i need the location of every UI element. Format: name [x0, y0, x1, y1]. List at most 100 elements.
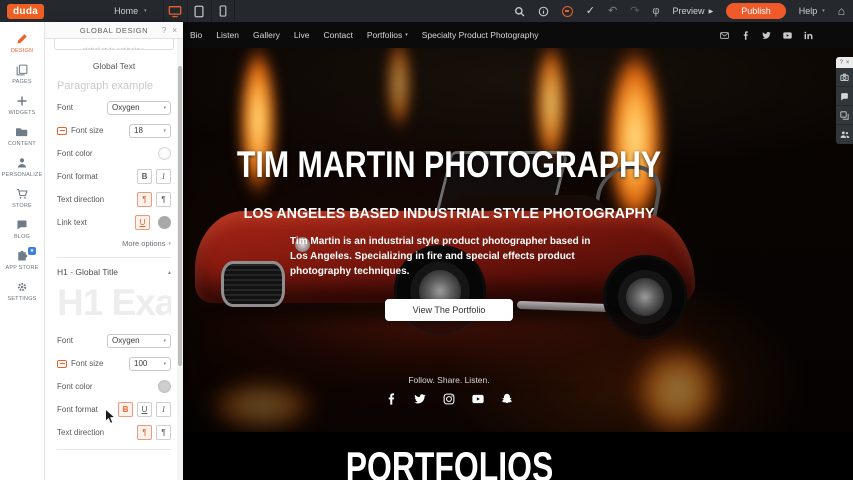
nav-link-live[interactable]: Live	[294, 30, 310, 40]
brush-icon	[16, 33, 28, 45]
view-portfolio-button[interactable]: View The Portfolio	[385, 299, 514, 321]
redo-icon[interactable]: ↷	[630, 6, 639, 17]
close-icon[interactable]: ×	[846, 60, 850, 66]
nav-link-contact[interactable]: Contact	[324, 30, 353, 40]
sidebar-item-blog[interactable]: BLOG	[0, 214, 44, 245]
h1-italic-button[interactable]: I	[156, 402, 171, 417]
h1-section-header: H1 - Global Title ▴	[57, 267, 171, 277]
italic-button[interactable]: I	[156, 169, 171, 184]
nav-link-portfolios[interactable]: Portfolios ▾	[367, 30, 408, 40]
h1-section-title: H1 - Global Title	[57, 267, 118, 277]
linkedin-icon[interactable]	[804, 31, 813, 40]
info-icon[interactable]	[538, 6, 549, 17]
sidebar-item-personalize[interactable]: PERSONALIZE	[0, 152, 44, 183]
people-icon	[840, 130, 850, 139]
pilcrow-icon: ¶	[142, 195, 146, 204]
folder-icon	[16, 126, 28, 138]
editor-window: Bio Listen Gallery Live Contact Portfoli…	[0, 0, 853, 480]
email-icon[interactable]	[720, 31, 729, 40]
nav-link-bio[interactable]: Bio	[190, 30, 202, 40]
font-select[interactable]: Oxygen ▾	[107, 101, 171, 115]
instagram-icon[interactable]	[443, 393, 455, 405]
nav-link-gallery[interactable]: Gallery	[253, 30, 280, 40]
font-format-row: Font format B I	[57, 169, 171, 184]
font-size-label: Font size	[71, 126, 103, 135]
tablet-view-button[interactable]	[187, 0, 211, 22]
help-icon[interactable]: ?	[840, 60, 843, 66]
link-color-swatch[interactable]	[158, 216, 171, 229]
link-text-row: Link text U	[57, 215, 171, 230]
dev-mode-icon[interactable]: φ	[652, 6, 659, 17]
layers-tool-button[interactable]	[836, 106, 853, 125]
chevron-down-icon: ▾	[163, 361, 166, 367]
facebook-icon[interactable]	[741, 31, 750, 40]
team-tool-button[interactable]	[836, 125, 853, 144]
help-menu[interactable]: Help ▾	[799, 6, 825, 16]
font-size-select[interactable]: 18 ▾	[129, 124, 171, 138]
h1-rtl-direction-button[interactable]: ¶	[156, 425, 171, 440]
sidebar-item-store[interactable]: STORE	[0, 183, 44, 214]
facebook-icon[interactable]	[385, 393, 397, 405]
text-direction-label: Text direction	[57, 195, 104, 204]
font-color-swatch[interactable]	[158, 147, 171, 160]
pages-icon	[16, 64, 28, 76]
speech-bubble-icon	[16, 219, 28, 231]
saved-check-icon[interactable]: ✓	[586, 6, 595, 17]
snapchat-icon[interactable]	[501, 393, 513, 405]
rtl-direction-button[interactable]: ¶	[156, 192, 171, 207]
h1-font-select[interactable]: Oxygen ▾	[107, 334, 171, 348]
dashboard-home-icon[interactable]: ⌂	[838, 5, 845, 17]
tablet-icon	[194, 5, 204, 18]
bold-button[interactable]: B	[137, 169, 152, 184]
play-icon: ▶	[709, 8, 714, 15]
youtube-icon[interactable]	[472, 393, 484, 405]
right-tools-panel: ? ×	[836, 57, 853, 144]
panel-body: global style set below. Global Text Para…	[45, 39, 183, 480]
link-text-label: Link text	[57, 218, 87, 227]
duda-logo[interactable]: duda	[7, 4, 44, 19]
gear-icon	[16, 281, 28, 293]
sidebar-item-content[interactable]: CONTENT	[0, 121, 44, 152]
sidebar-item-settings[interactable]: SETTINGS	[0, 276, 44, 307]
h1-bold-button[interactable]: B	[118, 402, 133, 417]
mobile-icon	[219, 5, 227, 17]
underline-button[interactable]: U	[135, 215, 150, 230]
publish-button[interactable]: Publish	[726, 3, 786, 19]
chevron-down-icon: ▾	[144, 8, 147, 14]
font-size-icon	[57, 360, 67, 368]
plus-icon	[16, 95, 28, 107]
h1-ltr-direction-button[interactable]: ¶	[137, 425, 152, 440]
panel-scrollbar-thumb[interactable]	[178, 66, 182, 366]
h1-font-size-select[interactable]: 100 ▾	[129, 357, 171, 371]
nav-link-specialty[interactable]: Specialty Product Photography	[422, 30, 539, 40]
font-format-label: Font format	[57, 172, 98, 181]
ltr-direction-button[interactable]: ¶	[137, 192, 152, 207]
twitter-icon[interactable]	[414, 393, 426, 405]
h1-underline-button[interactable]: U	[137, 402, 152, 417]
help-icon[interactable]: ?	[162, 26, 166, 35]
nav-link-listen[interactable]: Listen	[216, 30, 239, 40]
media-tool-button[interactable]	[836, 68, 853, 87]
sidebar-item-app-store[interactable]: ★ APP STORE	[0, 245, 44, 276]
font-color-label: Font color	[57, 149, 93, 158]
more-options-link[interactable]: More options ▾	[57, 239, 171, 248]
preview-button[interactable]: Preview ▶	[673, 6, 714, 16]
undo-icon[interactable]: ↶	[608, 6, 617, 17]
chevron-up-icon[interactable]: ▴	[168, 269, 171, 276]
close-icon[interactable]: ×	[172, 26, 177, 35]
mobile-view-button[interactable]	[211, 0, 235, 22]
comments-tool-button[interactable]	[836, 87, 853, 106]
h1-font-color-swatch[interactable]	[158, 380, 171, 393]
panel-title: GLOBAL DESIGN	[80, 26, 148, 35]
comments-icon[interactable]	[562, 6, 573, 17]
desktop-view-button[interactable]	[163, 0, 187, 22]
youtube-icon[interactable]	[783, 31, 792, 40]
search-icon[interactable]	[514, 6, 525, 17]
sidebar-item-widgets[interactable]: WIDGETS	[0, 90, 44, 121]
sidebar-item-design[interactable]: DESIGN	[0, 28, 44, 59]
sidebar-item-pages[interactable]: PAGES	[0, 59, 44, 90]
page-selector-dropdown[interactable]: Home ▾	[114, 6, 147, 16]
twitter-icon[interactable]	[762, 31, 771, 40]
h1-font-row: Font Oxygen ▾	[57, 333, 171, 348]
font-color-row: Font color	[57, 146, 171, 161]
